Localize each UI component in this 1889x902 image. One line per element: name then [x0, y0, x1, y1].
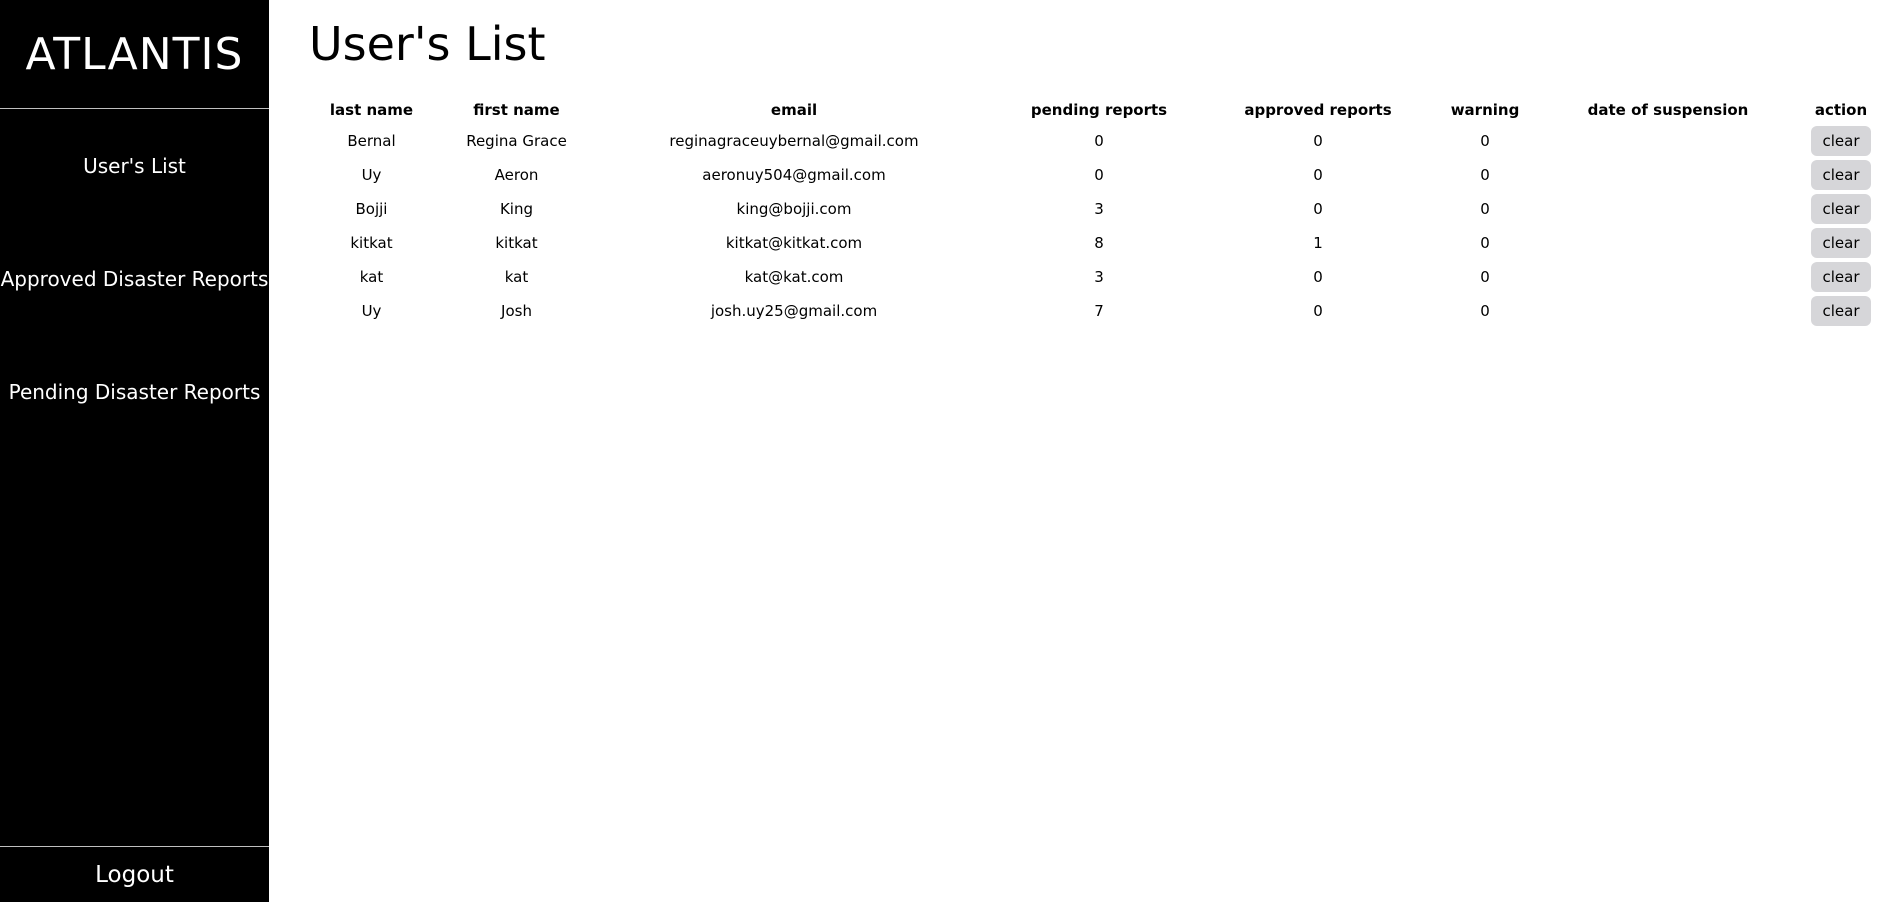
cell-date-of-suspension — [1543, 124, 1793, 158]
cell-first-name: Josh — [501, 302, 532, 320]
users-table: last name first name email pending repor… — [309, 96, 1889, 328]
table-body: Bernal Regina Grace reginagraceuybernal@… — [309, 124, 1889, 328]
table-row: Bojji King king@bojji.com 3 0 0 clear — [309, 192, 1889, 226]
page-title: User's List — [309, 17, 546, 71]
cell-approved-reports: 0 — [1313, 166, 1323, 184]
cell-email: kat@kat.com — [744, 268, 844, 286]
cell-email: kitkat@kitkat.com — [725, 234, 863, 252]
table-row: Uy Josh josh.uy25@gmail.com 7 0 0 clear — [309, 294, 1889, 328]
cell-warning: 0 — [1480, 234, 1490, 252]
cell-last-name: kat — [359, 268, 384, 286]
cell-last-name: Bojji — [355, 200, 388, 218]
cell-approved-reports: 1 — [1313, 234, 1323, 252]
cell-first-name: Regina Grace — [466, 132, 567, 150]
cell-email: aeronuy504@gmail.com — [702, 166, 886, 184]
main-content: User's List last name first name email p… — [269, 0, 1889, 902]
cell-first-name: King — [499, 200, 534, 218]
cell-first-name: Aeron — [494, 166, 539, 184]
logout-button[interactable]: Logout — [0, 846, 269, 902]
table-row: kat kat kat@kat.com 3 0 0 clear — [309, 260, 1889, 294]
cell-date-of-suspension — [1543, 158, 1793, 192]
cell-approved-reports: 0 — [1313, 200, 1323, 218]
cell-pending-reports: 0 — [1094, 132, 1104, 150]
sidebar-item-users-list[interactable]: User's List — [0, 109, 269, 222]
cell-date-of-suspension — [1543, 226, 1793, 260]
cell-warning: 0 — [1480, 302, 1490, 320]
table-row: Bernal Regina Grace reginagraceuybernal@… — [309, 124, 1889, 158]
cell-pending-reports: 3 — [1094, 200, 1104, 218]
cell-first-name: kat — [504, 268, 529, 286]
cell-pending-reports: 8 — [1094, 234, 1104, 252]
clear-button[interactable]: clear — [1811, 296, 1871, 326]
header-email: email — [770, 101, 818, 119]
cell-warning: 0 — [1480, 166, 1490, 184]
app-root: ATLANTIS User's List Approved Disaster R… — [0, 0, 1889, 902]
header-date-of-suspension: date of suspension — [1587, 101, 1749, 119]
cell-action: clear — [1793, 260, 1889, 294]
cell-last-name: Bernal — [347, 132, 396, 150]
cell-email: king@bojji.com — [736, 200, 852, 218]
clear-button[interactable]: clear — [1811, 228, 1871, 258]
cell-date-of-suspension — [1543, 192, 1793, 226]
sidebar: ATLANTIS User's List Approved Disaster R… — [0, 0, 269, 902]
table-header-row: last name first name email pending repor… — [309, 96, 1889, 124]
header-action: action — [1814, 101, 1868, 119]
header-first-name: first name — [473, 101, 560, 119]
cell-email: josh.uy25@gmail.com — [710, 302, 878, 320]
sidebar-item-approved-reports[interactable]: Approved Disaster Reports — [0, 222, 269, 335]
header-warning: warning — [1450, 101, 1520, 119]
table-row: Uy Aeron aeronuy504@gmail.com 0 0 0 clea… — [309, 158, 1889, 192]
brand-logo: ATLANTIS — [0, 0, 269, 109]
cell-first-name: kitkat — [495, 234, 538, 252]
header-last-name: last name — [329, 101, 414, 119]
cell-approved-reports: 0 — [1313, 268, 1323, 286]
cell-action: clear — [1793, 294, 1889, 328]
table-row: kitkat kitkat kitkat@kitkat.com 8 1 0 cl… — [309, 226, 1889, 260]
cell-action: clear — [1793, 192, 1889, 226]
clear-button[interactable]: clear — [1811, 126, 1871, 156]
header-pending-reports: pending reports — [1030, 101, 1168, 119]
header-approved-reports: approved reports — [1244, 101, 1392, 119]
cell-warning: 0 — [1480, 200, 1490, 218]
sidebar-item-pending-reports[interactable]: Pending Disaster Reports — [0, 335, 269, 448]
cell-date-of-suspension — [1543, 294, 1793, 328]
cell-last-name: Uy — [361, 166, 382, 184]
cell-approved-reports: 0 — [1313, 302, 1323, 320]
cell-email: reginagraceuybernal@gmail.com — [669, 132, 919, 150]
cell-pending-reports: 0 — [1094, 166, 1104, 184]
cell-warning: 0 — [1480, 132, 1490, 150]
cell-action: clear — [1793, 226, 1889, 260]
cell-action: clear — [1793, 124, 1889, 158]
cell-last-name: kitkat — [350, 234, 393, 252]
table-header: last name first name email pending repor… — [309, 96, 1889, 124]
clear-button[interactable]: clear — [1811, 194, 1871, 224]
cell-last-name: Uy — [361, 302, 382, 320]
clear-button[interactable]: clear — [1811, 262, 1871, 292]
cell-pending-reports: 3 — [1094, 268, 1104, 286]
sidebar-nav: User's List Approved Disaster Reports Pe… — [0, 109, 269, 448]
cell-action: clear — [1793, 158, 1889, 192]
clear-button[interactable]: clear — [1811, 160, 1871, 190]
cell-approved-reports: 0 — [1313, 132, 1323, 150]
cell-pending-reports: 7 — [1094, 302, 1104, 320]
cell-date-of-suspension — [1543, 260, 1793, 294]
cell-warning: 0 — [1480, 268, 1490, 286]
